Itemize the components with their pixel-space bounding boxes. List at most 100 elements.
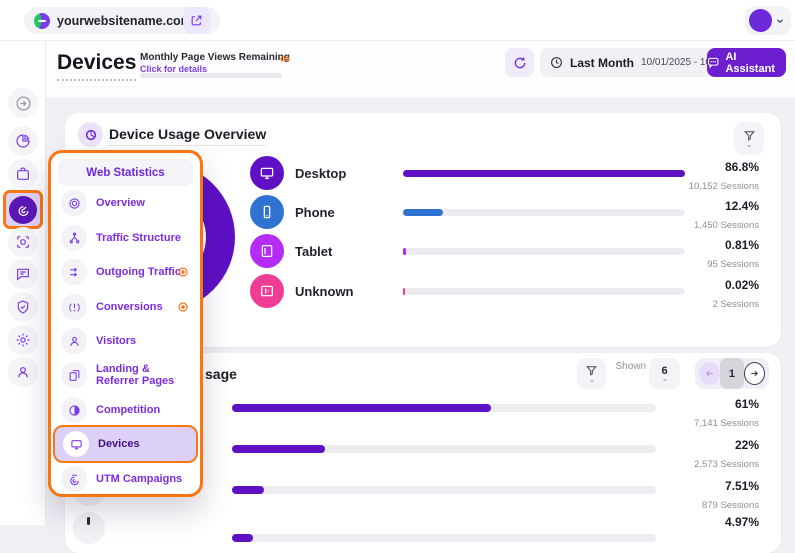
tablet-pct: 0.81% bbox=[725, 238, 759, 252]
icon-sidebar bbox=[0, 41, 46, 525]
shield-check-icon bbox=[15, 299, 31, 315]
browser-pct: 22% bbox=[735, 438, 759, 452]
phone-icon bbox=[250, 195, 284, 229]
sidebar-item-tracking[interactable] bbox=[8, 227, 38, 257]
menu-item-conversions[interactable]: Conversions bbox=[56, 291, 195, 323]
user-menu[interactable] bbox=[745, 6, 791, 35]
pie-chart-icon bbox=[15, 133, 31, 149]
refresh-icon bbox=[513, 56, 527, 70]
device-label: Phone bbox=[295, 205, 335, 220]
menu-item-competition[interactable]: Competition bbox=[56, 394, 195, 426]
browser-sessions: 879 Sessions bbox=[702, 500, 759, 511]
phone-bar bbox=[403, 209, 443, 216]
clock-icon bbox=[550, 56, 563, 69]
device-usage-icon bbox=[78, 122, 103, 147]
phone-pct: 12.4% bbox=[725, 199, 759, 213]
ai-assistant-label: AI Assistant bbox=[725, 51, 786, 75]
visitors-icon bbox=[61, 328, 87, 354]
date-range-label: Last Month bbox=[570, 56, 634, 70]
sidebar-item-account[interactable] bbox=[8, 357, 38, 387]
desktop-pct: 86.8% bbox=[725, 160, 759, 174]
competition-icon bbox=[61, 397, 87, 423]
desktop-sessions: 10,152 Sessions bbox=[689, 181, 759, 192]
browser-bar bbox=[232, 404, 491, 412]
next-page-button[interactable] bbox=[744, 362, 765, 385]
browser-icon bbox=[73, 512, 105, 544]
browser-bar bbox=[232, 534, 253, 542]
menu-header: Web Statistics bbox=[58, 159, 193, 186]
sidebar-expand-button[interactable] bbox=[8, 88, 38, 118]
traffic-structure-icon bbox=[61, 225, 87, 251]
website-name: yourwebsitename.com bbox=[57, 14, 192, 28]
utm-campaigns-icon bbox=[61, 466, 87, 492]
browser-sessions: 7,141 Sessions bbox=[694, 418, 759, 429]
unknown-bar bbox=[403, 288, 405, 295]
menu-item-utm-campaigns[interactable]: UTM Campaigns bbox=[56, 463, 195, 495]
browser-pct: 61% bbox=[735, 397, 759, 411]
unknown-sessions: 2 Sessions bbox=[713, 299, 759, 310]
chat-icon bbox=[15, 266, 31, 282]
conversions-icon bbox=[61, 294, 87, 320]
sidebar-item-analytics[interactable] bbox=[8, 126, 38, 156]
desktop-bar bbox=[403, 170, 685, 177]
sidebar-item-chat[interactable] bbox=[8, 259, 38, 289]
browser-sessions: 2,573 Sessions bbox=[694, 459, 759, 470]
open-website-button[interactable] bbox=[183, 7, 210, 34]
pagination: 1 bbox=[695, 358, 769, 389]
monthly-views-label: Monthly Page Views Remaining bbox=[140, 52, 290, 63]
menu-item-outgoing-traffic[interactable]: Outgoing Traffic bbox=[56, 256, 195, 288]
device-usage-title: Device Usage Overview bbox=[109, 126, 266, 146]
arrow-right-icon bbox=[749, 368, 760, 379]
web-statistics-menu: Web Statistics Overview Traffic Structur… bbox=[48, 150, 203, 497]
pages-icon bbox=[61, 362, 87, 388]
devices-icon bbox=[63, 431, 89, 457]
device-label: Unknown bbox=[295, 284, 354, 299]
arrow-left-icon bbox=[704, 368, 715, 379]
browser-pct: 4.97% bbox=[725, 515, 759, 529]
outgoing-traffic-icon bbox=[61, 259, 87, 285]
unknown-device-icon bbox=[250, 274, 284, 308]
browser-pct: 7.51% bbox=[725, 479, 759, 493]
chevron-down-icon bbox=[745, 143, 753, 149]
bag-icon bbox=[15, 166, 31, 182]
menu-item-landing-referrer-pages[interactable]: Landing & Referrer Pages bbox=[56, 359, 195, 391]
tablet-icon bbox=[250, 234, 284, 268]
menu-item-overview[interactable]: Overview bbox=[56, 187, 195, 219]
unknown-pct: 0.02% bbox=[725, 278, 759, 292]
chat-bubble-icon bbox=[707, 56, 719, 69]
scan-target-icon bbox=[15, 234, 31, 250]
menu-item-devices-active[interactable]: Devices bbox=[53, 425, 198, 463]
website-favicon bbox=[34, 13, 50, 29]
device-label: Tablet bbox=[295, 244, 332, 259]
chevron-down-icon bbox=[661, 377, 669, 383]
infinity-badge: ∞ bbox=[280, 50, 290, 66]
prev-page-button[interactable] bbox=[699, 362, 720, 385]
web-statistics-icon bbox=[9, 196, 37, 224]
browser-bar bbox=[232, 486, 264, 494]
menu-item-visitors[interactable]: Visitors bbox=[56, 325, 195, 357]
device-label: Desktop bbox=[295, 166, 346, 181]
sidebar-item-settings[interactable] bbox=[8, 325, 38, 355]
page-size-select[interactable]: 6 bbox=[649, 358, 680, 389]
page-size-value: 6 bbox=[661, 365, 667, 377]
ai-assistant-button[interactable]: AI Assistant bbox=[707, 48, 786, 77]
sidebar-item-security[interactable] bbox=[8, 292, 38, 322]
overview-icon bbox=[61, 190, 87, 216]
page-header: Devices Monthly Page Views Remaining Cli… bbox=[46, 41, 795, 99]
sidebar-item-products[interactable] bbox=[8, 159, 38, 189]
current-page[interactable]: 1 bbox=[720, 358, 744, 389]
external-link-icon bbox=[190, 14, 203, 27]
funnel-icon bbox=[743, 129, 756, 142]
menu-item-traffic-structure[interactable]: Traffic Structure bbox=[56, 222, 195, 254]
page-title: Devices bbox=[57, 51, 136, 81]
desktop-icon bbox=[250, 156, 284, 190]
tracked-badge-icon bbox=[177, 301, 189, 313]
expand-icon bbox=[15, 95, 32, 112]
device-usage-filter-button[interactable] bbox=[734, 122, 764, 155]
chevron-down-icon bbox=[775, 16, 785, 26]
card-title-partial: sage bbox=[205, 366, 237, 385]
top-bar: yourwebsitename.com bbox=[0, 0, 795, 41]
sidebar-item-web-statistics-active[interactable] bbox=[3, 190, 43, 229]
monthly-views-progressbar bbox=[140, 73, 282, 78]
refresh-button[interactable] bbox=[505, 48, 534, 77]
